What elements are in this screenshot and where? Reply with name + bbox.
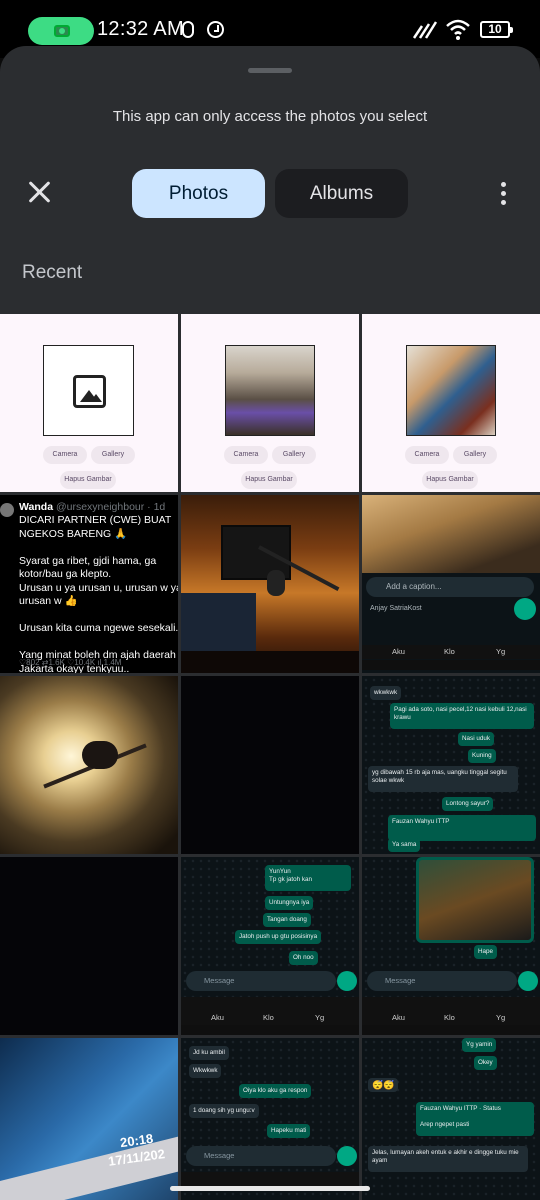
dot-icon bbox=[501, 191, 506, 196]
avatar bbox=[0, 503, 14, 517]
photo-thumbnail[interactable]: Wanda @ursexyneighbour · 1d DICARI PARTN… bbox=[0, 495, 178, 673]
message-input: Message bbox=[186, 1146, 336, 1166]
photo-thumbnail[interactable]: Camera Gallery Hapus Gambar bbox=[181, 314, 359, 492]
keyboard-number-row bbox=[362, 1025, 540, 1035]
microphone bbox=[267, 570, 285, 596]
photo-picker-sheet: This app can only access the photos you … bbox=[0, 46, 540, 1200]
message-input: Message bbox=[367, 971, 517, 991]
camera-button: Camera bbox=[43, 446, 87, 464]
drag-handle[interactable] bbox=[248, 68, 292, 73]
battery-icon: 10 bbox=[480, 21, 513, 38]
camera-button: Camera bbox=[224, 446, 268, 464]
mic-icon bbox=[337, 971, 357, 991]
tab-photos[interactable]: Photos bbox=[132, 169, 265, 218]
photo-thumbnail[interactable]: wkwkwk Pagi ada soto, nasi pecel,12 nasi… bbox=[362, 676, 540, 854]
screen: { "status_bar": { "time": "12:32 AM", "b… bbox=[0, 0, 540, 1200]
delete-image-button: Hapus Gambar bbox=[422, 471, 478, 489]
photo-thumbnail[interactable]: Camera Gallery Hapus Gambar bbox=[362, 314, 540, 492]
camera-in-use-indicator[interactable] bbox=[28, 17, 94, 45]
image-icon bbox=[73, 375, 106, 408]
keyboard-suggestions: Aku Klo Yg bbox=[362, 645, 540, 659]
photo-thumbnail[interactable]: Camera Gallery Hapus Gambar bbox=[0, 314, 178, 492]
keyboard-toolbar bbox=[181, 997, 359, 1011]
camera-button: Camera bbox=[405, 446, 449, 464]
photo-thumbnail[interactable]: 20:18 17/11/202 bbox=[0, 1038, 178, 1200]
alarm-icon bbox=[207, 21, 224, 38]
tweet-header: Wanda @ursexyneighbour · 1d bbox=[19, 501, 165, 515]
notification-icon bbox=[182, 21, 194, 38]
photo-thumbnail[interactable]: Yg yamin Okey 😴😴 Fauzan Wahyu ITTP · Sta… bbox=[362, 1038, 540, 1200]
gesture-home-bar[interactable] bbox=[170, 1186, 370, 1191]
mic-icon bbox=[337, 1146, 357, 1166]
laptop-screen bbox=[181, 593, 256, 653]
image-message bbox=[416, 857, 534, 943]
gallery-button: Gallery bbox=[453, 446, 497, 464]
photo-thumbnail[interactable] bbox=[0, 857, 178, 1035]
signal-icon bbox=[412, 21, 438, 39]
delete-image-button: Hapus Gambar bbox=[60, 471, 116, 489]
mic-icon bbox=[518, 971, 538, 991]
microphone bbox=[82, 741, 118, 769]
photo-thumbnail[interactable]: Jd ku ambil Wkwkwk Oiya klo aku ga respo… bbox=[181, 1038, 359, 1200]
photo-thumbnail[interactable]: Hape Message Aku Klo Yg bbox=[362, 857, 540, 1035]
contact-name: Anjay SatriaKost bbox=[370, 605, 422, 612]
tweet-author: Wanda bbox=[19, 501, 54, 513]
gallery-button: Gallery bbox=[91, 446, 135, 464]
message-input: Message bbox=[186, 971, 336, 991]
delete-image-button: Hapus Gambar bbox=[241, 471, 297, 489]
tweet-stats: ♡802 ⇄1.6K ♡10.4K ıl 1.4M bbox=[19, 658, 122, 667]
tweet-body: DICARI PARTNER (CWE) BUAT NGEKOS BARENG … bbox=[19, 514, 178, 673]
keyboard-suggestions: Aku Klo Yg bbox=[362, 1011, 540, 1025]
image-preview bbox=[225, 345, 315, 436]
gallery-button: Gallery bbox=[272, 446, 316, 464]
dot-icon bbox=[501, 200, 506, 205]
close-button[interactable] bbox=[20, 172, 58, 212]
keyboard-number-row bbox=[362, 660, 540, 670]
desk bbox=[181, 651, 359, 673]
camera-icon bbox=[54, 25, 70, 37]
more-options-button[interactable] bbox=[494, 180, 514, 208]
photo-thumbnail[interactable] bbox=[181, 676, 359, 854]
photo-thumbnail[interactable]: Add a caption... Anjay SatriaKost Aku Kl… bbox=[362, 495, 540, 673]
caption-input: Add a caption... bbox=[366, 577, 534, 597]
dot-icon bbox=[501, 182, 506, 187]
photo-thumbnail[interactable] bbox=[181, 495, 359, 673]
image-preview bbox=[406, 345, 496, 436]
tab-albums[interactable]: Albums bbox=[275, 169, 408, 218]
keyboard-toolbar bbox=[362, 997, 540, 1011]
send-icon bbox=[514, 598, 536, 620]
keyboard-toolbar bbox=[181, 1172, 359, 1186]
photo-thumbnail[interactable]: YunYun Tp gk jatoh kan Untungnya iya Tang… bbox=[181, 857, 359, 1035]
tweet-handle: @ursexyneighbour · 1d bbox=[55, 501, 166, 513]
access-notice: This app can only access the photos you … bbox=[112, 108, 428, 125]
image-preview bbox=[362, 495, 540, 573]
keyboard-suggestions: Aku Klo Yg bbox=[181, 1011, 359, 1025]
image-placeholder bbox=[43, 345, 134, 436]
wifi-icon bbox=[446, 19, 470, 40]
section-title-recent: Recent bbox=[22, 262, 83, 283]
photo-thumbnail[interactable] bbox=[0, 676, 178, 854]
clock: 12:32 AM bbox=[97, 18, 184, 40]
keyboard-number-row bbox=[181, 1025, 359, 1035]
desk bbox=[0, 1136, 178, 1200]
